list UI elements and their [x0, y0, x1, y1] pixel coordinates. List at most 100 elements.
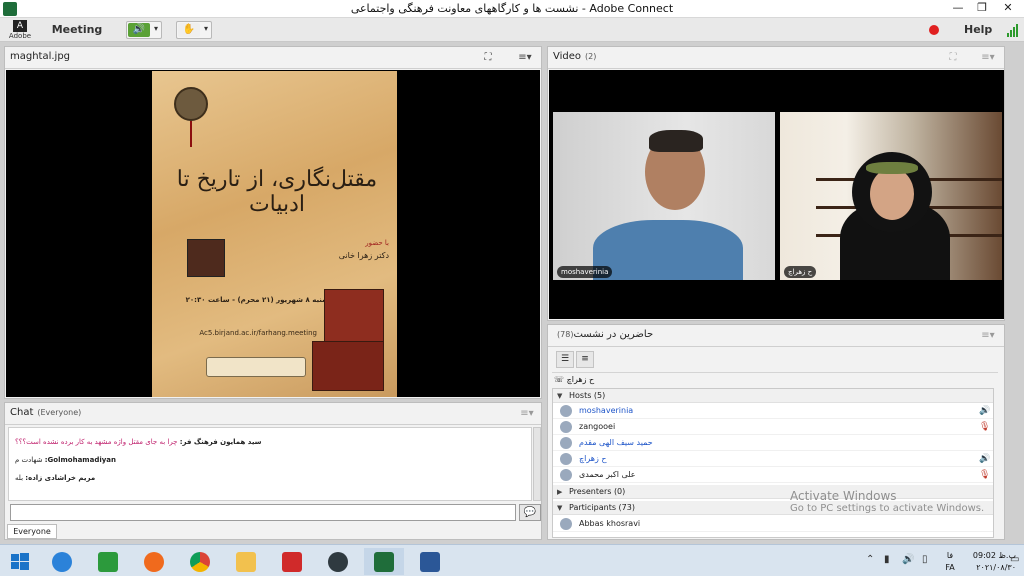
- video-pod-menu-icon[interactable]: ≡▾: [978, 51, 998, 65]
- minimize-button[interactable]: —: [946, 0, 970, 18]
- notifications-icon[interactable]: ▭: [1010, 554, 1019, 565]
- acrobat-icon[interactable]: [282, 551, 302, 572]
- lang-persian-label: فا: [946, 551, 954, 560]
- status-dropdown-icon[interactable]: ▾: [204, 24, 208, 33]
- attendee-pod-menu-icon[interactable]: ≡▾: [978, 329, 998, 343]
- share-stage: مقتل‌نگاری، از تاریخ تا ادبیات با حضور د…: [6, 70, 540, 397]
- group-hosts[interactable]: ▼ Hosts (5): [553, 389, 993, 403]
- chat-text: شهادت م: [15, 456, 43, 464]
- chat-input[interactable]: [10, 504, 516, 521]
- user-icon: [560, 405, 572, 417]
- title-bar: نشست ها و کارگاههای معاونت فرهنگی واجتما…: [0, 0, 1024, 18]
- video-pod: Video (2) ⛶ ≡▾ moshaverinia ح زهراچ: [547, 46, 1005, 321]
- speaker-icon[interactable]: 🔊: [128, 23, 150, 37]
- adobe-connect-taskbar-item[interactable]: [364, 548, 404, 575]
- person-body-1: [593, 220, 743, 280]
- speaker-dropdown-icon[interactable]: ▾: [154, 24, 158, 33]
- list-view-icon[interactable]: ☰: [556, 351, 574, 368]
- folder-icon[interactable]: [236, 551, 256, 572]
- chat-scrollbar[interactable]: [533, 427, 541, 501]
- attendee-row[interactable]: moshaverinia 🔊: [553, 403, 993, 419]
- collapse-icon[interactable]: ▼: [557, 389, 562, 403]
- chat-tab-everyone[interactable]: Everyone: [7, 524, 57, 539]
- attendee-name: علی اکبر محمدی: [579, 470, 636, 479]
- attendee-title-text: حاضرین در نشست: [573, 329, 654, 340]
- acrobat-taskbar-item[interactable]: [272, 548, 312, 575]
- show-hidden-icons-icon[interactable]: ⌃: [866, 554, 874, 565]
- store-taskbar-item[interactable]: [88, 548, 128, 575]
- start-button[interactable]: [0, 548, 40, 575]
- attendee-name: Abbas khosravi: [579, 519, 641, 528]
- chrome-taskbar-item[interactable]: [180, 548, 220, 575]
- video-feed-2[interactable]: ح زهراچ: [780, 112, 1002, 280]
- attendee-row[interactable]: علی اکبر محمدی 🎙: [553, 467, 993, 483]
- chat-sender: Golmohamadiyan:: [44, 456, 117, 464]
- network-icon[interactable]: ▮: [884, 554, 890, 565]
- speaker-photo: [187, 239, 225, 277]
- chat-title-text: Chat: [10, 407, 34, 418]
- chat-text: بله: [15, 474, 24, 482]
- attendee-row[interactable]: حمید سیف الهی مقدم: [553, 435, 993, 451]
- restore-button[interactable]: ❐: [970, 0, 994, 18]
- windows-logo-icon[interactable]: [11, 552, 29, 571]
- poster-presence-label: با حضور: [365, 239, 389, 247]
- adobe-connect-icon[interactable]: [374, 551, 394, 572]
- help-menu[interactable]: Help: [964, 21, 992, 39]
- word-taskbar-item[interactable]: [410, 548, 450, 575]
- speaker-control[interactable]: 🔊 ▾: [126, 21, 162, 39]
- chat-audience: (Everyone): [37, 408, 82, 417]
- internet-explorer-icon[interactable]: [52, 551, 72, 572]
- share-pod-title: maghtal.jpg: [10, 51, 71, 62]
- breakout-view-icon[interactable]: ≡: [576, 351, 594, 368]
- expand-icon[interactable]: ▶: [557, 485, 562, 499]
- meeting-menu[interactable]: Meeting: [48, 21, 106, 39]
- clock[interactable]: 09:02 ب.ظ ۲۰۲۱/۰۸/۳۰: [956, 550, 1016, 574]
- activate-line-1: Activate Windows: [790, 489, 897, 503]
- firefox-taskbar-item[interactable]: [134, 548, 174, 575]
- share-pod-menu-icon[interactable]: ≡▾: [515, 51, 535, 65]
- person-hair-1: [649, 130, 703, 152]
- firefox-icon[interactable]: [144, 551, 164, 572]
- chat-pod-title: Chat (Everyone): [10, 407, 81, 418]
- attendee-row[interactable]: zangooei 🎙: [553, 419, 993, 435]
- attendee-name: moshaverinia: [579, 406, 634, 415]
- group-label: Hosts (5): [569, 391, 606, 400]
- file-explorer-taskbar-item[interactable]: [226, 548, 266, 575]
- internet-explorer-taskbar-item[interactable]: [42, 548, 82, 575]
- phone-icon: ☏: [554, 375, 565, 384]
- attendee-toolbar: ☰ ≡: [552, 349, 998, 373]
- chat-sender: سید همایون فرهنگ فر:: [179, 438, 262, 446]
- adobe-logo: A Adobe: [6, 20, 34, 40]
- close-button[interactable]: ✕: [996, 0, 1020, 18]
- connection-signal-icon: [1007, 24, 1018, 37]
- word-icon[interactable]: [420, 551, 440, 572]
- mic-muted-icon: 🎙: [979, 470, 991, 480]
- chat-pod-header: Chat (Everyone) ≡▾: [5, 403, 541, 425]
- chat-pod: Chat (Everyone) ≡▾ سید همایون فرهنگ فر: چ…: [4, 402, 542, 540]
- video-title-text: Video: [553, 51, 582, 62]
- chat-send-icon[interactable]: 💬: [519, 504, 541, 521]
- collapse-icon[interactable]: ▼: [557, 501, 562, 515]
- nox-icon[interactable]: [328, 551, 348, 572]
- chrome-icon[interactable]: [190, 551, 210, 572]
- video-name-label-2: ح زهراچ: [784, 266, 817, 278]
- nox-taskbar-item[interactable]: [318, 548, 358, 575]
- person-face-2: [870, 168, 914, 220]
- clock-date: ۲۰۲۱/۰۸/۳۰: [976, 563, 1016, 572]
- video-fullscreen-icon[interactable]: ⛶: [946, 51, 960, 65]
- battery-icon[interactable]: ▯: [922, 554, 928, 565]
- user-icon: [560, 469, 572, 481]
- video-feed-1[interactable]: moshaverinia: [553, 112, 775, 280]
- chat-pod-menu-icon[interactable]: ≡▾: [517, 407, 537, 421]
- status-control[interactable]: ✋ ▾: [176, 21, 212, 39]
- chat-text: چرا به جای مقتل واژه مشهد به کار برده نش…: [15, 438, 178, 446]
- input-language[interactable]: فا FA: [943, 550, 957, 574]
- fullscreen-icon[interactable]: ⛶: [481, 51, 495, 65]
- volume-icon[interactable]: 🔊: [902, 554, 914, 565]
- attendee-row[interactable]: ح زهراچ 🔊: [553, 451, 993, 467]
- store-icon[interactable]: [98, 551, 118, 572]
- poster-calligraphy-title: مقتل‌نگاری، از تاریخ تا ادبیات: [176, 167, 378, 217]
- raise-hand-icon[interactable]: ✋: [178, 23, 200, 37]
- attendee-count: (78): [557, 330, 574, 339]
- recording-indicator-icon[interactable]: [929, 25, 939, 35]
